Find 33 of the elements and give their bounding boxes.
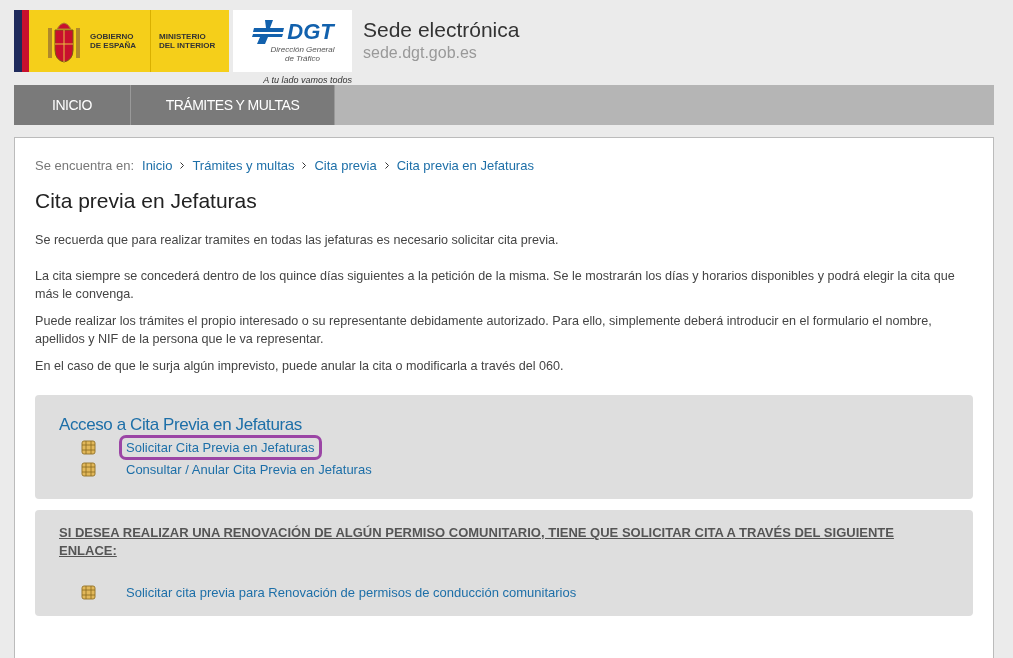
chevron-icon: [384, 162, 389, 169]
logo-text: DGT: [287, 19, 334, 45]
page-title: Cita previa en Jefaturas: [35, 189, 258, 213]
breadcrumb-link[interactable]: Cita previa en Jefaturas: [396, 158, 534, 173]
chip-icon: [81, 462, 96, 476]
logo-text: DE ESPAÑA: [90, 41, 138, 50]
paragraph: Puede realizar los trámites el propio interesado o su representante debidamente autorizado. Para ello, simplemente deberá introducir en el formulario el nombre, apellidos y NIF de la persona que le va representar.: [35, 313, 933, 348]
slogan: A tu lado vamos todos: [263, 75, 352, 85]
breadcrumb-link[interactable]: Trámites y multas: [192, 158, 295, 173]
paragraph: Se recuerda que para realizar tramites en todas las jefaturas es necesario solicitar cita previa.: [35, 232, 560, 249]
logo-text: de Tráfico: [285, 54, 320, 63]
notice-text: SI DESEA REALIZAR UNA RENOVACIÓN DE ALGÚN PERMISO COMUNITARIO, TIENE QUE SOLICITAR CITA A TRAVÉS DEL SIGUIENTE ENLACE:: [59, 524, 895, 560]
link[interactable]: Solicitar Cita Previa en Jefaturas: [119, 434, 322, 460]
link[interactable]: Solicitar cita previa para Renovación de permisos de conducción comunitarios: [119, 579, 584, 605]
site-title: Sede electrónica: [363, 18, 520, 42]
logo-text: DEL INTERIOR: [159, 41, 217, 50]
logo-text: GOBIERNO: [90, 32, 135, 41]
site-url: sede.dgt.gob.es: [363, 44, 478, 62]
logo-text: MINISTERIO: [159, 32, 207, 41]
breadcrumb-label: Se encuentra en:: [35, 158, 135, 173]
box-title: Acceso a Cita Previa en Jefaturas: [59, 415, 303, 435]
nav-tab[interactable]: TRÁMITES Y MULTAS: [131, 85, 335, 125]
paragraph: La cita siempre se concederá dentro de los quince días siguientes a la petición de la misma. Se le mostrarán los días y horarios disponibles y podrá elegir la cita que más le convenga.: [35, 268, 956, 303]
nav-tab[interactable]: INICIO: [14, 85, 131, 125]
chevron-icon: [180, 162, 185, 169]
breadcrumb-link[interactable]: Inicio: [142, 158, 173, 173]
chip-icon: [81, 440, 96, 454]
paragraph: En el caso de que le surja algún imprevisto, puede anular la cita o modificarla a través del 060.: [35, 358, 565, 375]
logo-text: Dirección General: [270, 45, 335, 54]
cross-icon: [251, 20, 286, 44]
chip-icon: [81, 585, 96, 599]
chevron-icon: [302, 162, 307, 169]
breadcrumb-link[interactable]: Cita previa: [314, 158, 377, 173]
